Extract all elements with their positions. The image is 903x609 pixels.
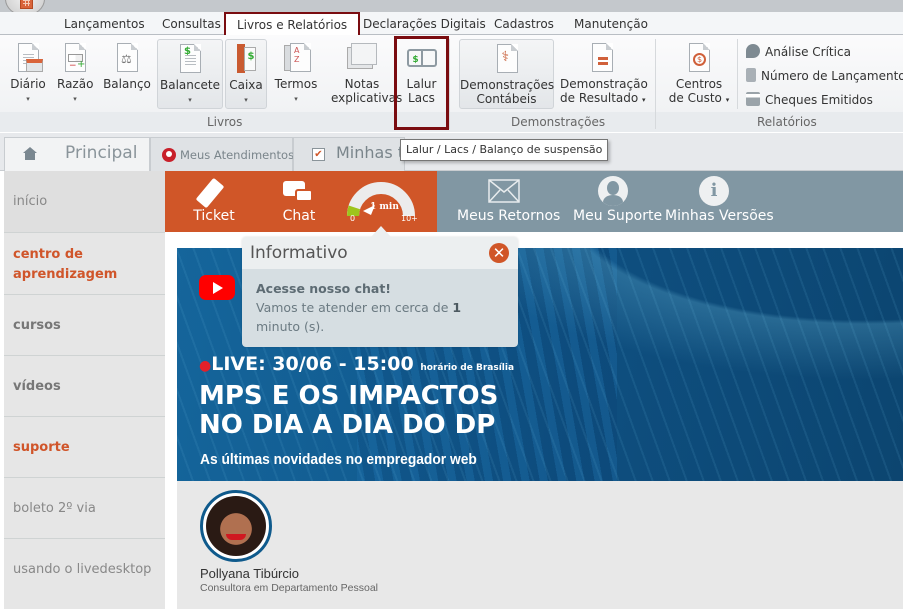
popup-pointer xyxy=(371,226,391,237)
grey-action-bar: Meus Retornos Meu Suporte i Minhas Versõ… xyxy=(437,171,903,232)
tab-principal[interactable]: Principal xyxy=(4,137,150,171)
user-avatar-icon xyxy=(573,175,653,206)
chat-button[interactable]: Chat xyxy=(280,175,318,224)
envelope-icon xyxy=(457,175,551,205)
magnifier-warning-icon xyxy=(746,44,760,58)
meu-suporte-button[interactable]: Meu Suporte xyxy=(573,175,662,224)
nav-usando-livedesktop[interactable]: usando o livedesktop xyxy=(4,539,165,609)
termos-button[interactable]: AZ Termos ▾ xyxy=(273,39,319,106)
ticket-button[interactable]: Ticket xyxy=(193,175,235,224)
analise-critica-button[interactable]: Análise Crítica xyxy=(746,44,851,59)
live-date: ●LIVE: 30/06 - 15:00 horário de Brasília xyxy=(199,353,515,375)
banner-title: MPS E OS IMPACTOS NO DIA A DIA DO DP xyxy=(199,381,499,440)
numero-lancamentos-button[interactable]: Número de Lançamentos xyxy=(746,68,903,83)
demonstracoes-contabeis-button[interactable]: ⚕ Demonstrações Contábeis xyxy=(459,39,554,109)
menu-tab-lancamentos[interactable]: Lançamentos xyxy=(64,17,145,31)
menu-tab-declaracoes[interactable]: Declarações Digitais xyxy=(363,17,486,31)
balancete-button[interactable]: $ Balancete ▾ xyxy=(157,39,223,109)
calendar-doc-icon xyxy=(13,43,43,73)
notes-doc-icon xyxy=(347,43,377,73)
dollar-coin-doc-icon: $ xyxy=(684,43,714,73)
menu-tab-livros-relatorios[interactable]: Livros e Relatórios xyxy=(224,12,361,36)
group-label-livros: Livros xyxy=(207,115,243,129)
notas-explicativas-button[interactable]: Notas explicativas xyxy=(331,39,402,105)
ledger-doc-icon: − + xyxy=(60,43,90,73)
close-icon[interactable]: ✕ xyxy=(489,243,509,263)
home-icon xyxy=(23,147,37,160)
razao-button[interactable]: − + Razão ▾ xyxy=(57,39,93,106)
left-nav: início centro de aprendizagem cursos víde… xyxy=(4,171,165,609)
ribbon: Diário ▾ − + Razão ▾ ⚖ Balanço $ Balance… xyxy=(0,35,903,132)
tab-meus-atendimentos[interactable]: Meus Atendimentos xyxy=(150,137,294,171)
popup-message: Vamos te atender em cerca de 1 minuto (s… xyxy=(256,300,462,334)
nav-suporte[interactable]: suporte xyxy=(4,417,165,478)
title-bar xyxy=(0,0,903,16)
cashbook-icon: $ xyxy=(231,44,261,74)
demonstracao-resultado-button[interactable]: Demonstração de Resultado ▾ xyxy=(560,39,648,107)
info-icon: i xyxy=(665,175,763,206)
support-agent-icon xyxy=(162,148,176,162)
banner-subtitle: As últimas novidades no empregador web xyxy=(200,451,477,468)
nav-centro-aprendizagem[interactable]: centro de aprendizagem xyxy=(4,233,165,295)
balanco-button[interactable]: ⚖ Balanço xyxy=(103,39,151,91)
sort-az-doc-icon: AZ xyxy=(281,43,311,73)
equals-doc-icon xyxy=(587,43,617,73)
checkbox-icon: ✔ xyxy=(312,148,325,161)
minhas-versoes-button[interactable]: i Minhas Versões xyxy=(665,175,774,224)
nav-cursos[interactable]: cursos xyxy=(4,295,165,356)
diario-button[interactable]: Diário ▾ xyxy=(8,39,48,106)
tooltip: Lalur / Lacs / Balanço de suspensão xyxy=(400,139,609,161)
caduceus-doc-icon: ⚕ xyxy=(492,44,522,74)
menu-tab-cadastros[interactable]: Cadastros xyxy=(494,17,554,31)
presenter-role: Consultora em Departamento Pessoal xyxy=(200,582,379,594)
wait-time-gauge: 1 min 0 10+ xyxy=(345,178,418,226)
ticket-icon xyxy=(193,175,235,209)
menu-tab-consultas[interactable]: Consultas xyxy=(162,17,221,31)
caixa-button[interactable]: $ Caixa ▾ xyxy=(225,39,267,109)
dollar-doc-icon: $ xyxy=(175,44,205,74)
meus-retornos-button[interactable]: Meus Retornos xyxy=(457,175,560,224)
group-label-relatorios: Relatórios xyxy=(757,115,817,129)
menu-tab-manutencao[interactable]: Manutenção xyxy=(574,17,648,31)
group-label-demonstracoes: Demonstrações xyxy=(511,115,606,129)
numbered-doc-icon xyxy=(746,68,756,82)
presenter-card: Pollyana Tibúrcio Consultora em Departam… xyxy=(177,481,903,609)
nav-inicio[interactable]: início xyxy=(4,171,165,233)
presenter-avatar xyxy=(200,490,272,562)
popup-title: Informativo xyxy=(250,243,348,263)
informativo-popup: Informativo ✕ Acesse nosso chat! Vamos t… xyxy=(242,237,518,347)
presenter-name: Pollyana Tibúrcio xyxy=(200,566,299,581)
lalur-highlight-box xyxy=(394,36,449,130)
centros-custo-button[interactable]: $ Centros de Custo ▾ xyxy=(668,39,730,107)
orange-action-bar: Ticket Chat 1 min 0 10+ xyxy=(165,171,437,232)
chat-bubbles-icon xyxy=(280,175,318,205)
tab-minhas-tarefas[interactable]: ✔ Minhas tare xyxy=(293,137,405,171)
cheques-emitidos-button[interactable]: Cheques Emitidos xyxy=(746,92,873,107)
calculator-icon xyxy=(20,0,33,9)
nav-videos[interactable]: vídeos xyxy=(4,356,165,417)
popup-heading: Acesse nosso chat! xyxy=(256,281,391,296)
menu-tabs: Lançamentos Consultas Livros e Relatório… xyxy=(0,12,903,36)
youtube-icon xyxy=(199,275,235,300)
cheque-icon xyxy=(746,92,760,106)
scale-doc-icon: ⚖ xyxy=(112,43,142,73)
nav-boleto[interactable]: boleto 2º via xyxy=(4,478,165,539)
